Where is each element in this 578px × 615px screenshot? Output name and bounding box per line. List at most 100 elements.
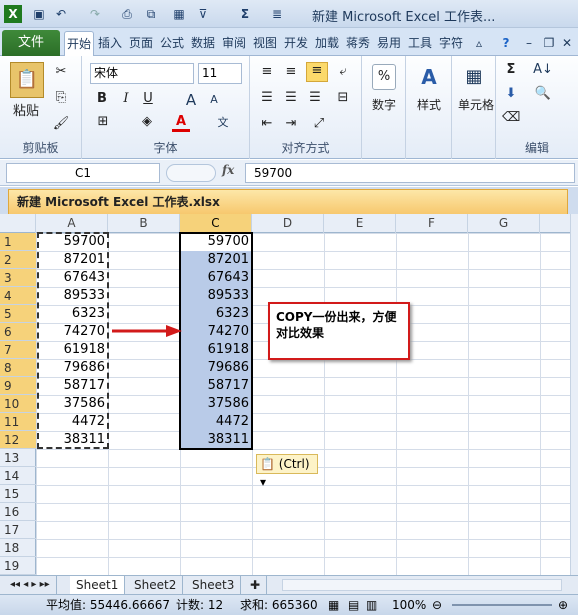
sheet-tab-2[interactable]: Sheet2 bbox=[128, 576, 184, 594]
styles-icon[interactable]: A bbox=[416, 64, 442, 90]
selection-border[interactable] bbox=[179, 232, 253, 450]
tab-custom1[interactable]: 蒋秀 bbox=[344, 31, 372, 56]
tab-view[interactable]: 视图 bbox=[251, 31, 279, 56]
row-header[interactable]: 17 bbox=[0, 521, 36, 539]
vertical-scrollbar[interactable] bbox=[570, 214, 578, 575]
select-all-corner[interactable] bbox=[0, 214, 36, 233]
row-header[interactable]: 18 bbox=[0, 539, 36, 557]
align-middle-icon[interactable]: ≡ bbox=[282, 64, 300, 79]
cell-grid[interactable] bbox=[36, 233, 570, 575]
restore-icon[interactable]: ❐ bbox=[542, 31, 556, 56]
wrap-text-icon[interactable]: ⤶ bbox=[334, 64, 352, 79]
font-color-icon[interactable]: A bbox=[172, 114, 190, 132]
align-top-icon[interactable]: ≡ bbox=[258, 64, 276, 79]
cells-icon[interactable]: ▦ bbox=[462, 64, 486, 90]
sum-icon[interactable]: Σ bbox=[236, 5, 254, 23]
tab-chars[interactable]: 字符 bbox=[437, 31, 465, 56]
horizontal-scrollbar[interactable] bbox=[282, 579, 562, 591]
decrease-indent-icon[interactable]: ⇤ bbox=[258, 116, 276, 131]
tab-developer[interactable]: 开发 bbox=[282, 31, 310, 56]
font-name-combo[interactable]: 宋体 bbox=[90, 63, 194, 84]
phonetic-icon[interactable]: 文 bbox=[212, 114, 234, 130]
zoom-in-icon[interactable]: ⊕ bbox=[558, 595, 568, 615]
paste-icon[interactable]: 📋 bbox=[10, 62, 44, 98]
print-preview-icon[interactable]: ⎙ bbox=[118, 5, 136, 23]
zoom-level[interactable]: 100% bbox=[392, 595, 426, 615]
row-header[interactable]: 7 bbox=[0, 341, 36, 359]
align-right-icon[interactable]: ☰ bbox=[306, 90, 324, 105]
row-header[interactable]: 2 bbox=[0, 251, 36, 269]
sheet-tab-1[interactable]: Sheet1 bbox=[70, 576, 126, 594]
row-header[interactable]: 15 bbox=[0, 485, 36, 503]
sort-filter-icon[interactable]: A↓ bbox=[532, 62, 554, 77]
orientation-icon[interactable]: ⤢ bbox=[310, 116, 328, 131]
row-header[interactable]: 14 bbox=[0, 467, 36, 485]
cut-icon[interactable]: ✂ bbox=[52, 64, 70, 79]
insert-sheet-icon[interactable]: ✚ bbox=[244, 576, 268, 594]
row-header[interactable]: 4 bbox=[0, 287, 36, 305]
help-icon[interactable]: ? bbox=[498, 31, 514, 56]
percent-icon[interactable]: % bbox=[372, 64, 396, 90]
row-header[interactable]: 1 bbox=[0, 233, 36, 251]
row-header[interactable]: 5 bbox=[0, 305, 36, 323]
tab-review[interactable]: 审阅 bbox=[220, 31, 248, 56]
column-header-g[interactable]: G bbox=[468, 214, 540, 233]
filter-icon[interactable]: ⊽ bbox=[194, 5, 212, 23]
tab-data[interactable]: 数据 bbox=[189, 31, 217, 56]
insert-function-icon[interactable]: fx bbox=[222, 163, 238, 177]
column-header-e[interactable]: E bbox=[324, 214, 396, 233]
column-header-d[interactable]: D bbox=[252, 214, 324, 233]
row-header[interactable]: 19 bbox=[0, 557, 36, 575]
cells-label[interactable]: 单元格 bbox=[452, 96, 500, 113]
tab-file[interactable]: 文件 bbox=[2, 30, 60, 56]
font-size-combo[interactable]: 11 bbox=[198, 63, 242, 84]
fill-icon[interactable]: ⬇ bbox=[502, 86, 520, 101]
tab-addins[interactable]: 加载 bbox=[313, 31, 341, 56]
undo-icon[interactable]: ↶ bbox=[52, 5, 70, 23]
row-header[interactable]: 12 bbox=[0, 431, 36, 449]
number-label[interactable]: 数字 bbox=[362, 96, 406, 113]
close-icon[interactable]: ✕ bbox=[560, 31, 574, 56]
align-bottom-icon[interactable]: ≡ bbox=[306, 62, 328, 82]
date-icon[interactable]: ▦ bbox=[170, 5, 188, 23]
tab-page[interactable]: 页面 bbox=[127, 31, 155, 56]
tab-custom2[interactable]: 易用 bbox=[375, 31, 403, 56]
grow-font-button[interactable]: A bbox=[182, 91, 200, 109]
column-header-a[interactable]: A bbox=[36, 214, 108, 233]
paste-options-button[interactable]: 📋 (Ctrl) ▾ bbox=[256, 454, 318, 489]
page-layout-icon[interactable]: ▤ bbox=[348, 595, 359, 615]
format-painter-icon[interactable]: 🖌 bbox=[52, 116, 70, 131]
fill-color-icon[interactable]: ◈ bbox=[138, 114, 156, 129]
merge-icon[interactable]: ⊟ bbox=[334, 90, 352, 105]
copy-icon[interactable]: ⎘ bbox=[52, 90, 70, 105]
row-header[interactable]: 10 bbox=[0, 395, 36, 413]
excel-app-icon[interactable]: X bbox=[4, 5, 22, 23]
tab-insert[interactable]: 插入 bbox=[96, 31, 124, 56]
row-header[interactable]: 9 bbox=[0, 377, 36, 395]
row-header[interactable]: 8 bbox=[0, 359, 36, 377]
column-header-f[interactable]: F bbox=[396, 214, 468, 233]
sheet-tab-3[interactable]: Sheet3 bbox=[186, 576, 242, 594]
zoom-slider[interactable] bbox=[452, 604, 552, 606]
find-icon[interactable]: 🔍 bbox=[532, 86, 554, 101]
save-icon[interactable]: ▣ bbox=[30, 5, 48, 23]
paste-button[interactable]: 粘贴 bbox=[6, 100, 46, 119]
formula-bar-resize[interactable] bbox=[166, 164, 216, 182]
shrink-font-button[interactable]: A bbox=[206, 93, 222, 106]
clear-icon[interactable]: ⌫ bbox=[502, 110, 520, 125]
minimize-icon[interactable]: – bbox=[522, 31, 536, 56]
formula-input[interactable]: 59700 bbox=[245, 163, 575, 183]
document-tab[interactable]: 新建 Microsoft Excel 工作表.xlsx bbox=[8, 189, 568, 214]
row-header[interactable]: 3 bbox=[0, 269, 36, 287]
sheet-nav-icons[interactable]: ◂◂ ◂ ▸ ▸▸ bbox=[4, 576, 57, 594]
zoom-out-icon[interactable]: ⊖ bbox=[432, 595, 442, 615]
row-header[interactable]: 13 bbox=[0, 449, 36, 467]
name-box[interactable]: C1 bbox=[6, 163, 160, 183]
chevron-up-icon[interactable]: ▵ bbox=[472, 31, 486, 56]
bold-button[interactable]: B bbox=[94, 91, 110, 106]
autosum-icon[interactable]: Σ bbox=[502, 62, 520, 77]
align-center-icon[interactable]: ☰ bbox=[282, 90, 300, 105]
tab-formula[interactable]: 公式 bbox=[158, 31, 186, 56]
row-header[interactable]: 6 bbox=[0, 323, 36, 341]
border-icon[interactable]: ⊞ bbox=[94, 114, 112, 129]
